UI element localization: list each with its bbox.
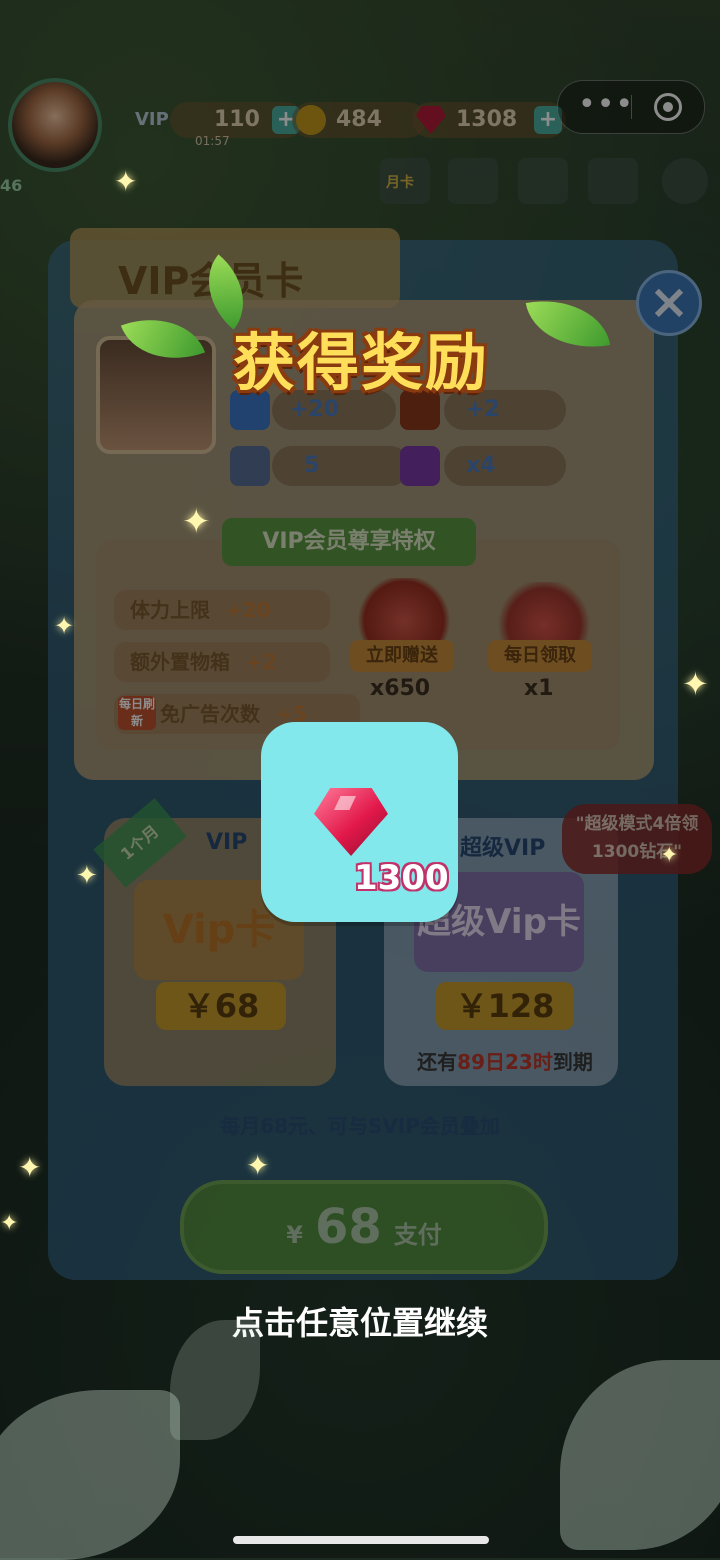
sparkle-icon: ✦	[18, 1151, 42, 1184]
sparkle-icon: ✦	[114, 165, 138, 198]
reward-quantity: 1300	[354, 858, 449, 898]
home-indicator[interactable]	[233, 1536, 489, 1544]
sparkle-icon: ✦	[682, 665, 709, 703]
reward-title: 获得奖励	[232, 326, 489, 399]
sparkle-icon: ✦	[660, 843, 679, 868]
continue-hint: 点击任意位置继续	[231, 1304, 488, 1342]
sparkle-icon: ✦	[54, 612, 75, 640]
sparkle-icon: ✦	[0, 1211, 19, 1236]
sparkle-icon: ✦	[246, 1149, 270, 1182]
sparkle-icon: ✦	[76, 861, 98, 891]
sparkle-icon: ✦	[182, 502, 211, 542]
